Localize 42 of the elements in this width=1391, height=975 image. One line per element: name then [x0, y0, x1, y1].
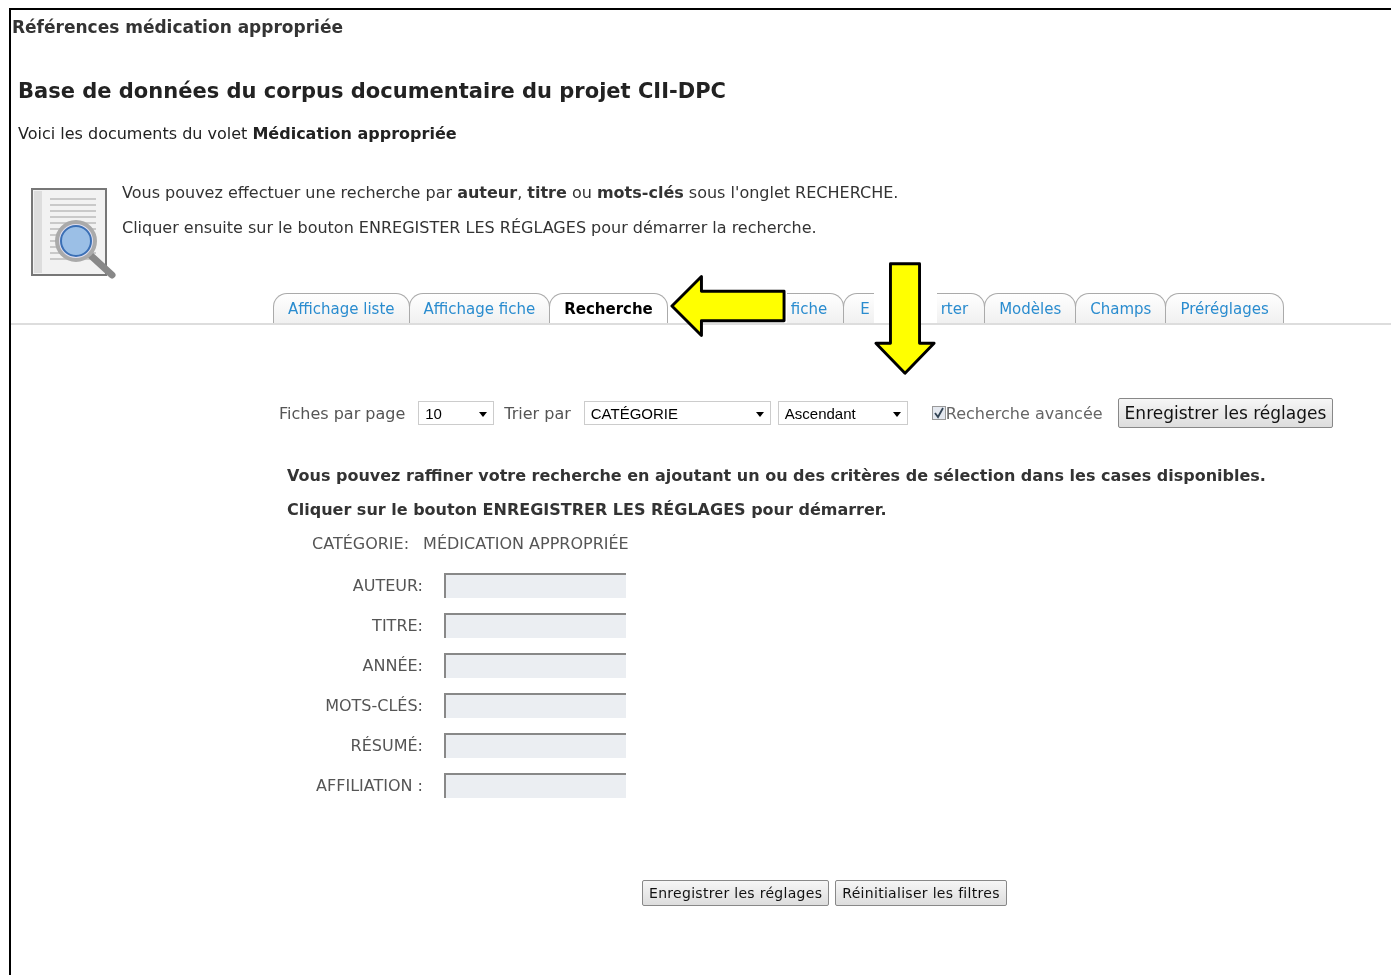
input-field[interactable]: [444, 573, 626, 598]
sort-field-select[interactable]: CATÉGORIE: [583, 401, 771, 425]
input-field[interactable]: [444, 773, 626, 798]
advanced-label: Recherche avancée: [945, 403, 1103, 423]
per-page-label: Fiches par page: [279, 403, 406, 423]
field-label: AFFILIATION :: [315, 776, 423, 795]
left-arrow-icon: [668, 274, 787, 338]
field-label: AUTEUR:: [351, 576, 423, 595]
tab[interactable]: Affichage fiche: [408, 293, 551, 323]
intro-text: Voici les documents du volet Médication appropriée: [18, 124, 458, 143]
down-arrow-icon: [872, 260, 937, 378]
page-heading: Base de données du corpus documentaire du projet CII-DPC: [18, 79, 727, 103]
sort-label: Trier par: [504, 403, 571, 423]
sort-order-select[interactable]: Ascendant: [777, 401, 908, 425]
field-label: RÉSUMÉ:: [349, 736, 423, 755]
tab[interactable]: rter: [936, 293, 986, 323]
form-button[interactable]: Enregistrer les réglages: [642, 880, 830, 906]
category-value: MÉDICATION APPROPRIÉE: [423, 534, 629, 553]
tab[interactable]: Préréglages: [1165, 293, 1284, 323]
input-field[interactable]: [444, 733, 626, 758]
help-text: Vous pouvez effectuer une recherche par auteur, titre ou mots-clés sous l'onglet RECHERCHE.: [122, 183, 899, 202]
instruction-text: Vous pouvez raffiner votre recherche en ajoutant un ou des critères de sélection dans les cases disponibles.: [287, 466, 1267, 485]
tab[interactable]: Modèles: [984, 293, 1077, 323]
tab[interactable]: Champs: [1075, 293, 1167, 323]
tab[interactable]: E: [843, 293, 874, 323]
help-text: Cliquer ensuite sur le bouton ENREGISTER LES RÉGLAGES pour démarrer la recherche.: [122, 218, 818, 237]
input-field[interactable]: [444, 693, 626, 718]
category-label: CATÉGORIE:: [312, 534, 410, 553]
field-label: MOTS-CLÉS:: [324, 696, 423, 715]
per-page-select[interactable]: 10: [418, 401, 495, 425]
input-field[interactable]: [444, 613, 626, 638]
advanced-checkbox[interactable]: [931, 406, 946, 420]
field-label: ANNÉE:: [361, 656, 423, 675]
field-label: TITRE:: [371, 616, 423, 635]
tab[interactable]: fiche: [786, 293, 845, 323]
input-field[interactable]: [444, 653, 626, 678]
instruction-text: Cliquer sur le bouton ENREGISTRER LES RÉGLAGES pour démarrer.: [287, 500, 888, 519]
tab[interactable]: Recherche: [549, 293, 668, 323]
save-button[interactable]: Enregistrer les réglages: [1117, 398, 1334, 428]
page-title: Références médication appropriée: [11, 16, 344, 37]
form-button[interactable]: Réinitialiser les filtres: [835, 880, 1007, 906]
tab[interactable]: Affichage liste: [273, 293, 410, 323]
